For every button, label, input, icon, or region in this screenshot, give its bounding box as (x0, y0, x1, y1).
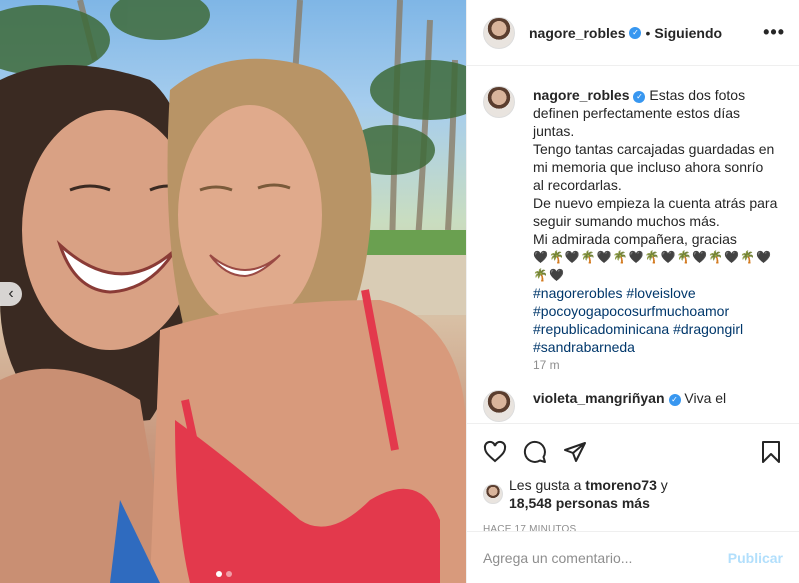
comment-text: violeta_mangriñyan ✓ Viva el (533, 390, 726, 406)
caption-text: nagore_robles ✓ Estas dos fotos definen p… (533, 86, 778, 374)
likes-summary: Les gusta a tmoreno73 y 18,548 personas … (483, 476, 783, 512)
instagram-post: ‹ nagore_robles ✓ • Siguiendo ••• nagore… (0, 0, 799, 583)
bookmark-icon[interactable] (759, 440, 783, 464)
carousel-dot (216, 571, 222, 577)
heart-icon[interactable] (483, 440, 507, 464)
likes-prefix: Les gusta a (509, 477, 582, 493)
post-side-panel: nagore_robles ✓ • Siguiendo ••• nagore_r… (466, 0, 799, 583)
carousel-indicator (216, 571, 232, 577)
comment-body: Viva el (684, 390, 727, 406)
caption-emoji-line: 🖤🌴🖤🌴🖤🌴🖤🌴🖤🌴🖤🌴🖤🌴🖤🌴🖤 (533, 250, 773, 282)
author-avatar[interactable] (483, 16, 515, 49)
hashtag-link[interactable]: #republicadominicana (533, 321, 669, 337)
photo-illustration (0, 0, 466, 583)
commenter-avatar[interactable] (483, 390, 515, 422)
carousel-dot (226, 571, 232, 577)
likes-conjunction: y (660, 477, 668, 493)
commenter-username[interactable]: violeta_mangriñyan (533, 390, 665, 406)
caption-line: De nuevo empieza la cuenta atrás para se… (533, 195, 778, 229)
caption-time[interactable]: 17 m (533, 356, 778, 374)
comment-row: violeta_mangriñyan ✓ Viva el (483, 390, 783, 422)
following-button[interactable]: Siguiendo (654, 25, 722, 41)
comment-input[interactable] (483, 549, 728, 566)
comments-section[interactable]: nagore_robles ✓ Estas dos fotos definen p… (467, 66, 799, 423)
publish-button[interactable]: Publicar (728, 550, 783, 566)
likes-text: Les gusta a tmoreno73 y 18,548 personas … (509, 476, 668, 512)
hashtag-link[interactable]: #pocoyogapocosurfmuchoamor (533, 303, 729, 319)
liker-username[interactable]: tmoreno73 (585, 477, 657, 493)
comment-icon[interactable] (523, 440, 547, 464)
add-comment-bar: Publicar (467, 531, 799, 583)
header-separator: • (645, 24, 651, 41)
post-photo[interactable]: ‹ (0, 0, 466, 583)
caption-username[interactable]: nagore_robles (533, 87, 629, 103)
caption-avatar[interactable] (483, 86, 515, 118)
verified-badge-icon: ✓ (668, 394, 681, 406)
hashtag-link[interactable]: #sandrabarneda (533, 339, 635, 355)
caption-line: Tengo tantas carcajadas guardadas en mi … (533, 141, 775, 193)
caption-line: Mi admirada compañera, gracias (533, 231, 737, 247)
likes-count[interactable]: 18,548 personas más (509, 495, 650, 511)
author-username[interactable]: nagore_robles (529, 25, 625, 41)
caption-row: nagore_robles ✓ Estas dos fotos definen p… (483, 86, 783, 374)
post-header: nagore_robles ✓ • Siguiendo ••• (467, 0, 799, 66)
verified-badge-icon: ✓ (633, 91, 646, 103)
verified-badge-icon: ✓ (629, 26, 642, 39)
hashtag-link[interactable]: #dragongirl (673, 321, 743, 337)
liker-avatar[interactable] (483, 484, 503, 504)
share-icon[interactable] (563, 440, 587, 464)
hashtag-link[interactable]: #nagorerobles (533, 285, 623, 301)
hashtag-link[interactable]: #loveislove (626, 285, 695, 301)
action-bar (483, 432, 783, 472)
more-icon[interactable]: ••• (763, 22, 785, 43)
